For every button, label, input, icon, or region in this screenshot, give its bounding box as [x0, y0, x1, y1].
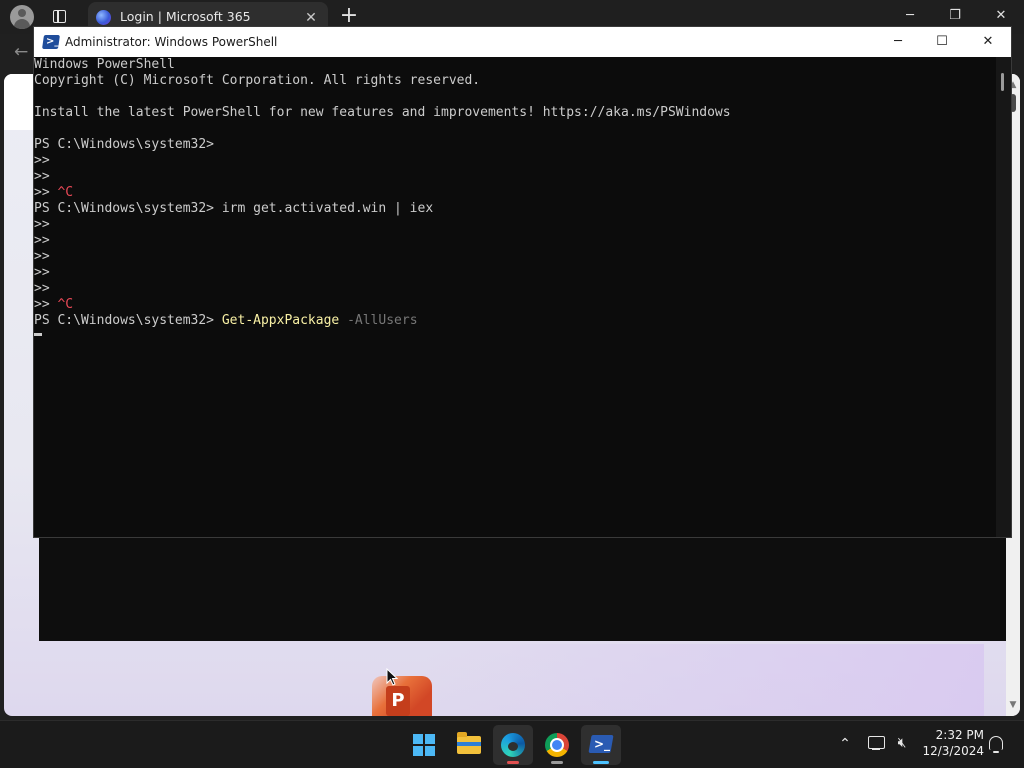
speaker-muted-icon[interactable]: 🔇︎ — [892, 734, 912, 752]
powershell-window[interactable]: >_ Administrator: Windows PowerShell ─ ☐… — [33, 26, 1012, 538]
notification-bell-icon[interactable] — [989, 736, 1003, 753]
taskbar-chrome[interactable] — [537, 725, 577, 765]
console-command: irm get.activated.win | iex — [214, 201, 434, 216]
mouse-pointer-icon — [386, 668, 398, 686]
console-prompt: PS C:\Windows\system32> — [34, 313, 215, 328]
powershell-scroll-thumb[interactable] — [1001, 73, 1004, 91]
console-command-line: PS C:\Windows\system32> Get-AppxPackage … — [34, 313, 996, 329]
console-continuation: >> — [34, 233, 50, 248]
monitor-icon[interactable] — [868, 736, 885, 750]
console-continuation: >> — [34, 249, 50, 264]
powershell-close-button[interactable]: ✕ — [975, 30, 1001, 54]
start-button[interactable] — [404, 725, 444, 765]
file-explorer-icon — [457, 732, 481, 754]
console-line: Install the latest PowerShell for new fe… — [34, 105, 731, 120]
powershell-maximize-button[interactable]: ☐ — [929, 30, 955, 54]
browser-minimize-button[interactable]: ─ — [896, 4, 924, 28]
console-continuation: >> — [34, 217, 50, 232]
console-continuation: >> — [34, 297, 50, 312]
taskbar-running-indicator — [551, 761, 563, 764]
console-prompt: PS C:\Windows\system32> — [34, 201, 215, 216]
console-interrupt-line: >> ^C — [34, 297, 996, 313]
console-cursor — [34, 333, 42, 336]
taskbar-file-explorer[interactable] — [449, 725, 489, 765]
profile-avatar-icon[interactable] — [10, 5, 34, 29]
edge-icon — [501, 733, 525, 757]
console-continuation: >> — [34, 265, 50, 280]
console-interrupt: ^C — [57, 297, 74, 312]
console-line: Windows PowerShell — [34, 57, 175, 72]
console-parameter: -AllUsers — [347, 313, 418, 328]
powershell-window-title: Administrator: Windows PowerShell — [65, 35, 278, 49]
powershell-console[interactable]: Windows PowerShell Copyright (C) Microso… — [34, 57, 996, 537]
chevron-up-icon[interactable]: ⌃ — [835, 735, 855, 753]
page-dark-panel — [39, 529, 1015, 641]
browser-close-button[interactable]: ✕ — [987, 4, 1015, 28]
console-interrupt-line: >> ^C — [34, 185, 996, 201]
tray-date: 12/3/2024 — [922, 744, 984, 758]
console-line: Copyright (C) Microsoft Corporation. All… — [34, 73, 481, 88]
console-continuation: >> — [34, 169, 50, 184]
taskbar-active-indicator — [593, 761, 609, 764]
new-tab-button[interactable]: + — [338, 5, 360, 27]
tray-clock[interactable]: 2:32 PM 12/3/2024 — [918, 727, 984, 759]
powershell-scrollbar[interactable] — [996, 57, 1011, 537]
page-background-glow — [424, 644, 984, 716]
powershell-taskbar-icon: >_ — [588, 735, 614, 753]
back-arrow-icon[interactable]: ← — [14, 42, 28, 62]
powershell-title-bar[interactable]: >_ Administrator: Windows PowerShell ─ ☐… — [34, 27, 1011, 57]
console-command-line: PS C:\Windows\system32> irm get.activate… — [34, 201, 996, 217]
console-continuation: >> — [34, 185, 50, 200]
console-continuation: >> — [34, 281, 50, 296]
microsoft-365-icon — [96, 10, 111, 25]
console-continuation: >> — [34, 153, 50, 168]
tab-close-icon[interactable]: ✕ — [302, 9, 320, 27]
browser-tab-title: Login | Microsoft 365 — [120, 9, 251, 24]
scroll-down-arrow-icon[interactable]: ▼ — [1006, 700, 1020, 710]
powerpoint-letter: P — [386, 686, 410, 716]
browser-restore-button[interactable]: ❐ — [941, 4, 969, 28]
taskbar-running-indicator — [507, 761, 519, 764]
powershell-icon: >_ — [42, 35, 60, 49]
powerpoint-icon: P — [372, 676, 432, 716]
console-interrupt: ^C — [57, 185, 74, 200]
powershell-minimize-button[interactable]: ─ — [885, 30, 911, 54]
windows-start-icon — [413, 734, 435, 756]
chrome-icon — [545, 733, 569, 757]
console-prompt: PS C:\Windows\system32> — [34, 137, 215, 152]
tray-time: 2:32 PM — [935, 728, 984, 742]
console-cmdlet: Get-AppxPackage — [221, 313, 340, 328]
console-prompt-line: PS C:\Windows\system32> — [34, 137, 996, 153]
taskbar-powershell[interactable]: >_ — [581, 725, 621, 765]
tab-actions-icon[interactable] — [50, 7, 70, 27]
taskbar-edge[interactable] — [493, 725, 533, 765]
